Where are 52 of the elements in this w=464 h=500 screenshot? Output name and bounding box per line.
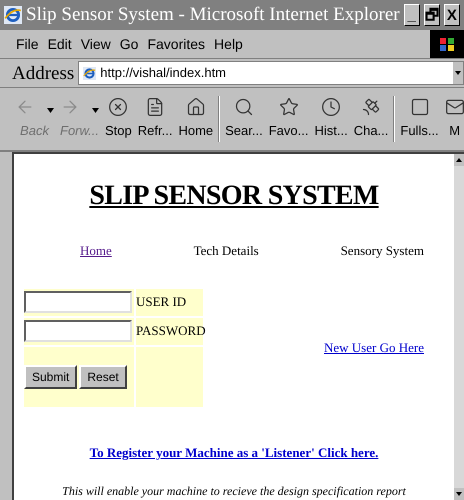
restore-button[interactable]: 🗗 bbox=[424, 4, 440, 26]
minimize-button[interactable]: _ bbox=[404, 4, 420, 26]
down-arrow-icon bbox=[455, 71, 461, 75]
register-note: This will enable your machine to recieve the design specification report bbox=[62, 483, 406, 500]
password-field[interactable] bbox=[24, 320, 132, 342]
mail-icon bbox=[444, 97, 464, 118]
clock-icon bbox=[321, 97, 342, 118]
field-label: PASSWORD bbox=[136, 322, 206, 340]
window-title: Slip Sensor System - Microsoft Internet Explorer bbox=[26, 2, 400, 27]
browser-logo-icon bbox=[4, 6, 22, 24]
nav-link[interactable]: Home bbox=[80, 241, 112, 260]
toolbar-button[interactable]: Home bbox=[175, 88, 216, 150]
toolbar-button[interactable]: Refr... bbox=[134, 88, 176, 150]
page-icon bbox=[145, 97, 166, 118]
reset-button[interactable]: Reset bbox=[79, 364, 127, 388]
toolbar-button[interactable]: Fulls... bbox=[397, 88, 442, 150]
scrollbar[interactable] bbox=[454, 154, 464, 500]
toolbar-button[interactable]: Stop bbox=[102, 88, 135, 150]
satellite-icon bbox=[361, 97, 382, 118]
menu-item[interactable]: Go bbox=[120, 34, 138, 54]
close-button[interactable]: X bbox=[444, 4, 460, 26]
toolbar-button[interactable]: Cha... bbox=[350, 88, 392, 150]
toolbar-button[interactable]: Sear... bbox=[222, 88, 266, 150]
menu-item[interactable]: File bbox=[16, 34, 39, 54]
toolbar-button[interactable]: Hist... bbox=[311, 88, 351, 150]
home-icon bbox=[186, 97, 206, 118]
menu-item[interactable]: Help bbox=[214, 34, 243, 54]
dropdown-button[interactable] bbox=[453, 62, 463, 84]
stop-icon bbox=[108, 97, 128, 118]
toolbar-button[interactable]: M bbox=[442, 88, 464, 150]
field-label: USER ID bbox=[136, 293, 186, 312]
star-icon bbox=[278, 97, 299, 118]
down-arrow-icon bbox=[456, 492, 462, 496]
menu-item[interactable]: View bbox=[80, 34, 111, 54]
scroll-up-button[interactable] bbox=[454, 154, 464, 166]
submit-button[interactable]: Submit bbox=[24, 364, 78, 388]
windows-logo-icon bbox=[430, 30, 464, 58]
user-id-field[interactable] bbox=[24, 291, 132, 313]
address-field[interactable]: http://vishal/index.htm bbox=[78, 61, 464, 85]
up-arrow-icon bbox=[456, 158, 462, 162]
new-user-link[interactable]: New User Go Here bbox=[324, 338, 424, 358]
toolbar-button[interactable]: Favo... bbox=[266, 88, 312, 150]
browser-logo-icon bbox=[83, 66, 96, 80]
menu-item[interactable]: Favorites bbox=[147, 34, 206, 54]
menu-item[interactable]: Edit bbox=[48, 34, 72, 54]
address-label: Address bbox=[12, 64, 74, 82]
search-icon bbox=[234, 97, 254, 118]
page-heading: SLIP SENSOR SYSTEM bbox=[89, 179, 379, 213]
register-link[interactable]: To Register your Machine as a 'Listener' Click here. bbox=[90, 442, 378, 462]
window-icon bbox=[410, 97, 430, 118]
scroll-down-button[interactable] bbox=[454, 488, 464, 500]
form-cell bbox=[136, 346, 203, 406]
